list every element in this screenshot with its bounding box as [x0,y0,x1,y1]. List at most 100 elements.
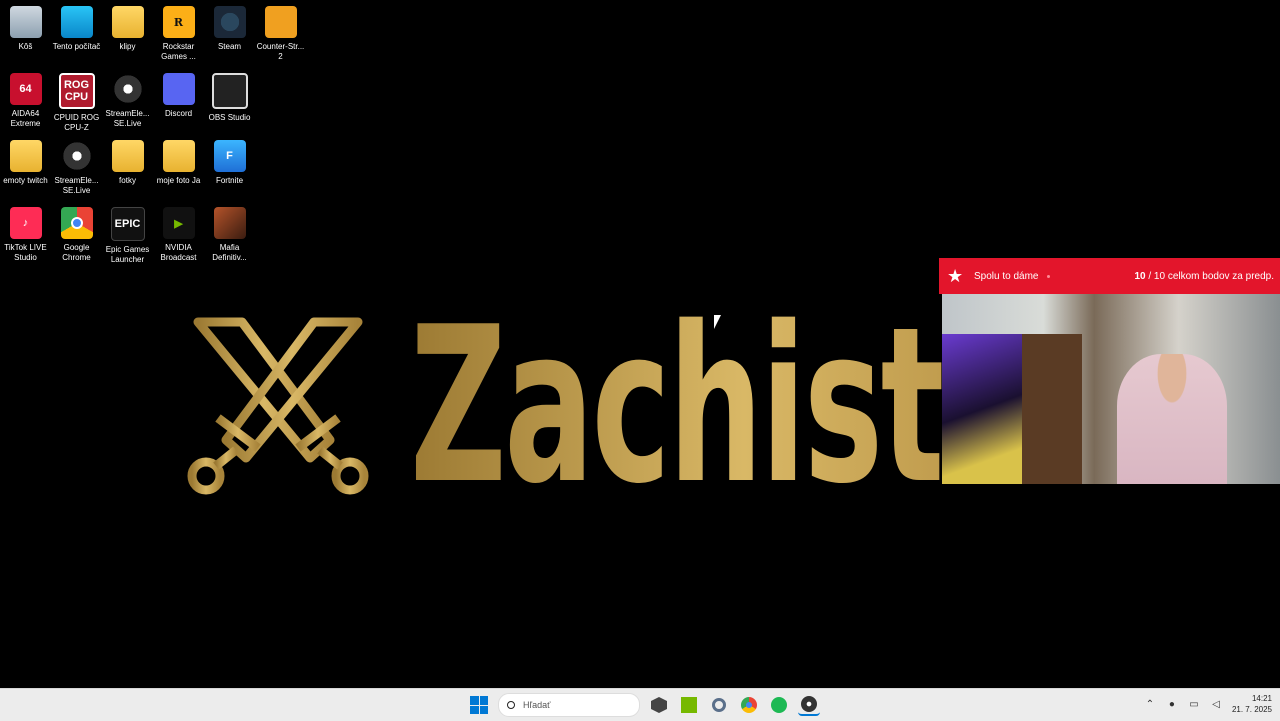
taskbar-app-streamelements[interactable] [798,694,820,716]
desktop-icon-streamelements[interactable]: StreamEle... SE.Live [102,69,153,136]
taskbar-search[interactable]: Hľadať [498,693,640,717]
chrome-icon [60,207,93,239]
tiktok-icon: ♪ [9,207,42,239]
epic-games-icon: EPIC [110,207,145,241]
stream-goal-bar: ★ Spolu to dáme 10 / 10 celkom bodov za … [939,258,1280,294]
desktop-icon-label: Epic Games Launcher [105,245,150,264]
aida64-icon: 64 [9,73,42,105]
desktop-icon-nvidia-broadcast[interactable]: ▶ NVIDIA Broadcast [153,203,204,270]
desktop-icon-obs[interactable]: OBS Studio [204,69,255,136]
taskbar: Hľadať ⌃ ● ▭ ◁ 14:21 21. 7. 2025 [0,688,1280,721]
microphone-icon[interactable]: ● [1166,698,1178,710]
taskbar-app-cube[interactable] [648,694,670,716]
mafia-icon [213,207,246,239]
desktop-icon-tiktok[interactable]: ♪ TikTok LIVE Studio [0,203,51,270]
desktop-icon-label: Fortnite [215,176,244,185]
taskbar-app-nvidia[interactable] [678,694,700,716]
webcam-feed [942,294,1280,484]
desktop-icon-label: StreamEle... SE.Live [105,109,150,128]
discord-icon [162,73,195,105]
desktop-icon-fotky[interactable]: fotky [102,136,153,203]
recycle-bin-icon [9,6,42,38]
desktop-icon-label: AIDA64 Extreme [10,109,41,128]
desktop-icon-label: moje foto Ja [156,176,201,185]
goal-current: 10 [1134,270,1146,282]
system-tray: ⌃ ● ▭ ◁ 14:21 21. 7. 2025 [1144,693,1272,715]
desktop-icon-label: StreamEle... SE.Live [54,176,99,195]
desktop-icon-epic-games[interactable]: EPIC Epic Games Launcher [102,203,153,270]
desktop-icon-streamelements-2[interactable]: StreamEle... SE.Live [51,136,102,203]
goal-total: / 10 celkom bodov za predp. [1145,270,1274,282]
star-icon: ★ [947,266,964,286]
folder-icon [162,140,195,172]
desktop-icon-this-pc[interactable]: Tento počítač [51,2,102,69]
desktop-icon-steam[interactable]: Steam [204,2,255,69]
desktop-icon-klipy[interactable]: klipy [102,2,153,69]
desktop-icon-label: Google Chrome [62,243,91,262]
grid-spacer [255,69,306,136]
clock-date: 21. 7. 2025 [1231,705,1272,714]
fortnite-icon: F [213,140,246,172]
network-icon[interactable]: ▭ [1188,698,1200,710]
desktop-icon-recycle-bin[interactable]: Kôš [0,2,51,69]
cpuz-icon: ROG CPU [58,73,95,109]
start-button[interactable] [468,694,490,716]
goal-progress: 10 / 10 celkom bodov za predp. [1134,271,1274,282]
rockstar-icon: R [162,6,195,38]
desktop-icon-label: OBS Studio [208,113,251,122]
desktop-icons: Kôš Tento počítač klipy R Rockstar Games… [0,2,306,270]
desktop-icon-label: NVIDIA Broadcast [160,243,197,262]
chevron-up-icon[interactable]: ⌃ [1144,698,1156,710]
counter-strike-icon [264,6,297,38]
desktop-icon-cpuz[interactable]: ROG CPU CPUID ROG CPU-Z [51,69,102,136]
desktop-icon-label: CPUID ROG CPU-Z [53,113,100,132]
windows-logo-tile [479,696,488,705]
goal-separator-dot [1046,274,1050,278]
desktop-icon-fortnite[interactable]: F Fortnite [204,136,255,203]
volume-icon[interactable]: ◁ [1210,698,1222,710]
taskbar-app-settings[interactable] [708,694,730,716]
folder-icon [9,140,42,172]
streamelements-app-icon [801,696,817,712]
desktop-icon-label: Mafia Definitiv... [212,243,247,262]
desktop-icon-label: Tento počítač [52,42,101,51]
windows-logo-tile [470,696,479,705]
webcam-person [1117,354,1227,484]
cube-app-icon [651,697,667,713]
desktop-icon-chrome[interactable]: Google Chrome [51,203,102,270]
streamelements-icon [111,73,144,105]
desktop-icon-label: klipy [119,42,136,51]
chrome-app-icon [741,697,757,713]
taskbar-app-spotify[interactable] [768,694,790,716]
desktop-icon-label: Kôš [18,42,33,51]
desktop-icon-discord[interactable]: Discord [153,69,204,136]
desktop-icon-emoty-twitch[interactable]: emoty twitch [0,136,51,203]
mouse-cursor-icon [714,315,721,329]
desktop-icon-counter-strike[interactable]: Counter-Str... 2 [255,2,306,69]
desktop: Kôš Tento počítač klipy R Rockstar Games… [0,0,1280,688]
search-placeholder: Hľadať [523,700,551,710]
nvidia-broadcast-icon: ▶ [162,207,195,239]
folder-icon [111,140,144,172]
desktop-icon-rockstar[interactable]: R Rockstar Games ... [153,2,204,69]
goal-title: Spolu to dáme [974,270,1039,282]
desktop-icon-mafia[interactable]: Mafia Definitiv... [204,203,255,270]
desktop-icon-label: fotky [119,176,136,185]
desktop-icon-label: TikTok LIVE Studio [4,243,47,262]
taskbar-center: Hľadať [468,693,820,717]
clock-time: 14:21 [1251,694,1272,703]
spotify-app-icon [771,697,787,713]
desktop-icon-moje-foto[interactable]: moje foto Ja [153,136,204,203]
taskbar-app-chrome[interactable] [738,694,760,716]
windows-logo-tile [470,705,479,714]
desktop-icon-label: Counter-Str... 2 [256,42,305,61]
obs-icon [211,73,248,109]
desktop-icon-label: Discord [164,109,193,118]
wallpaper-logo: Zachista. [180,280,1080,531]
clock[interactable]: 14:21 21. 7. 2025 [1232,693,1272,715]
desktop-icon-aida64[interactable]: 64 AIDA64 Extreme [0,69,51,136]
desktop-icon-label: Rockstar Games ... [161,42,196,61]
settings-app-icon [712,698,726,712]
search-icon [507,701,515,709]
streamelements-icon [60,140,93,172]
